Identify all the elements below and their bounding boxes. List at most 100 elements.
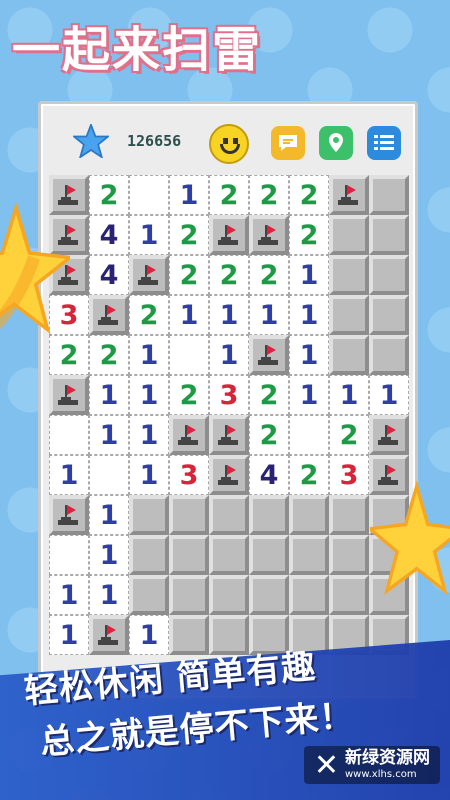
hidden-cell[interactable] — [209, 535, 249, 575]
flagged-cell[interactable] — [209, 415, 249, 455]
number-cell[interactable]: 1 — [289, 295, 329, 335]
number-cell[interactable]: 1 — [169, 295, 209, 335]
hidden-cell[interactable] — [329, 295, 369, 335]
number-cell[interactable]: 1 — [49, 455, 89, 495]
number-cell[interactable]: 1 — [169, 175, 209, 215]
empty-cell[interactable] — [49, 415, 89, 455]
number-cell[interactable]: 1 — [209, 335, 249, 375]
number-cell[interactable]: 1 — [129, 215, 169, 255]
number-cell[interactable]: 1 — [369, 375, 409, 415]
hidden-cell[interactable] — [329, 215, 369, 255]
empty-cell[interactable] — [129, 175, 169, 215]
flagged-cell[interactable] — [169, 415, 209, 455]
hidden-cell[interactable] — [289, 535, 329, 575]
flag-icon — [98, 303, 120, 327]
empty-cell[interactable] — [169, 335, 209, 375]
number-cell[interactable]: 3 — [209, 375, 249, 415]
number-cell[interactable]: 2 — [329, 415, 369, 455]
hidden-cell[interactable] — [249, 575, 289, 615]
hidden-cell[interactable] — [209, 495, 249, 535]
number-cell[interactable]: 2 — [249, 415, 289, 455]
number-cell[interactable]: 2 — [289, 455, 329, 495]
number-cell[interactable]: 1 — [89, 415, 129, 455]
hidden-cell[interactable] — [129, 575, 169, 615]
hidden-cell[interactable] — [329, 575, 369, 615]
number-cell[interactable]: 2 — [249, 255, 289, 295]
number-cell[interactable]: 1 — [329, 375, 369, 415]
number-cell[interactable]: 1 — [129, 335, 169, 375]
number-cell[interactable]: 1 — [129, 415, 169, 455]
hidden-cell[interactable] — [289, 495, 329, 535]
empty-cell[interactable] — [49, 535, 89, 575]
hidden-cell[interactable] — [169, 495, 209, 535]
flagged-cell[interactable] — [329, 175, 369, 215]
score-counter: 126656 — [127, 132, 182, 150]
number-cell[interactable]: 1 — [129, 455, 169, 495]
number-cell[interactable]: 2 — [289, 215, 329, 255]
number-cell[interactable]: 1 — [89, 495, 129, 535]
flagged-cell[interactable] — [49, 495, 89, 535]
empty-cell[interactable] — [289, 415, 329, 455]
hidden-cell[interactable] — [129, 495, 169, 535]
hidden-cell[interactable] — [329, 255, 369, 295]
number-cell[interactable]: 2 — [249, 175, 289, 215]
flagged-cell[interactable] — [49, 375, 89, 415]
number-cell[interactable]: 2 — [129, 295, 169, 335]
number-cell[interactable]: 2 — [169, 375, 209, 415]
number-cell[interactable]: 1 — [89, 575, 129, 615]
number-cell[interactable]: 1 — [89, 375, 129, 415]
hidden-cell[interactable] — [369, 215, 409, 255]
number-cell[interactable]: 2 — [209, 175, 249, 215]
menu-button[interactable] — [367, 126, 401, 160]
number-cell[interactable]: 1 — [249, 295, 289, 335]
smiley-face-icon[interactable] — [209, 124, 249, 164]
hidden-cell[interactable] — [369, 255, 409, 295]
hidden-cell[interactable] — [249, 535, 289, 575]
hidden-cell[interactable] — [209, 575, 249, 615]
hidden-cell[interactable] — [129, 535, 169, 575]
flagged-cell[interactable] — [369, 415, 409, 455]
flagged-cell[interactable] — [249, 335, 289, 375]
flagged-cell[interactable] — [209, 455, 249, 495]
number-cell[interactable]: 2 — [289, 175, 329, 215]
hidden-cell[interactable] — [329, 535, 369, 575]
hidden-cell[interactable] — [369, 295, 409, 335]
number-cell[interactable]: 2 — [209, 255, 249, 295]
hidden-cell[interactable] — [329, 335, 369, 375]
hidden-cell[interactable] — [169, 575, 209, 615]
hidden-cell[interactable] — [249, 495, 289, 535]
flagged-cell[interactable] — [129, 255, 169, 295]
flagged-cell[interactable] — [209, 215, 249, 255]
number-cell[interactable]: 1 — [49, 615, 89, 655]
number-cell[interactable]: 2 — [169, 215, 209, 255]
flagged-cell[interactable] — [89, 295, 129, 335]
number-cell[interactable]: 1 — [289, 375, 329, 415]
number-cell[interactable]: 1 — [129, 615, 169, 655]
number-cell[interactable]: 4 — [89, 255, 129, 295]
number-cell[interactable]: 2 — [89, 335, 129, 375]
hidden-cell[interactable] — [289, 575, 329, 615]
number-cell[interactable]: 1 — [49, 575, 89, 615]
number-cell[interactable]: 4 — [249, 455, 289, 495]
number-cell[interactable]: 3 — [329, 455, 369, 495]
number-cell[interactable]: 1 — [129, 375, 169, 415]
number-cell[interactable]: 1 — [289, 335, 329, 375]
hidden-cell[interactable] — [329, 495, 369, 535]
number-cell[interactable]: 2 — [249, 375, 289, 415]
chat-button[interactable] — [271, 126, 305, 160]
hidden-cell[interactable] — [169, 535, 209, 575]
number-cell[interactable]: 4 — [89, 215, 129, 255]
flagged-cell[interactable] — [89, 615, 129, 655]
hidden-cell[interactable] — [369, 335, 409, 375]
empty-cell[interactable] — [89, 455, 129, 495]
hidden-cell[interactable] — [369, 175, 409, 215]
number-cell[interactable]: 3 — [169, 455, 209, 495]
number-cell[interactable]: 1 — [289, 255, 329, 295]
number-cell[interactable]: 2 — [169, 255, 209, 295]
number-cell[interactable]: 2 — [89, 175, 129, 215]
flagged-cell[interactable] — [249, 215, 289, 255]
location-button[interactable] — [319, 126, 353, 160]
number-cell[interactable]: 1 — [209, 295, 249, 335]
watermark: ✕ 新绿资源网 www.xlhs.com — [303, 746, 440, 784]
number-cell[interactable]: 1 — [89, 535, 129, 575]
